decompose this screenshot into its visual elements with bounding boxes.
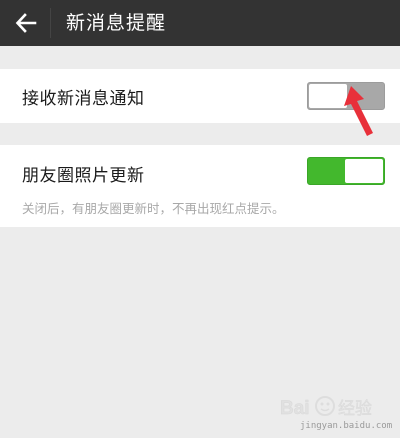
moments-updates-toggle[interactable] (307, 157, 385, 185)
red-pointer-arrow-icon (344, 86, 373, 136)
header-divider (50, 8, 51, 38)
setting-label: 接收新消息通知 (22, 89, 145, 109)
setting-description: 关闭后，有朋友圈更新时，不再出现红点提示。 (22, 201, 285, 216)
arrow-left-icon (15, 13, 37, 33)
setting-label: 朋友圈照片更新 (22, 166, 145, 186)
settings-screen: 新消息提醒 接收新消息通知 朋友圈照片更新 关闭后，有朋友圈更新时，不再出现红点… (0, 0, 400, 438)
top-navigation-bar: 新消息提醒 (0, 0, 400, 46)
page-title: 新消息提醒 (66, 12, 167, 34)
svg-text:经验: 经验 (338, 399, 372, 419)
watermark-url: jingyan.baidu.com (300, 421, 393, 431)
back-button[interactable] (12, 9, 40, 37)
toggle-knob (345, 159, 383, 183)
svg-text:Bai: Bai (280, 398, 310, 419)
